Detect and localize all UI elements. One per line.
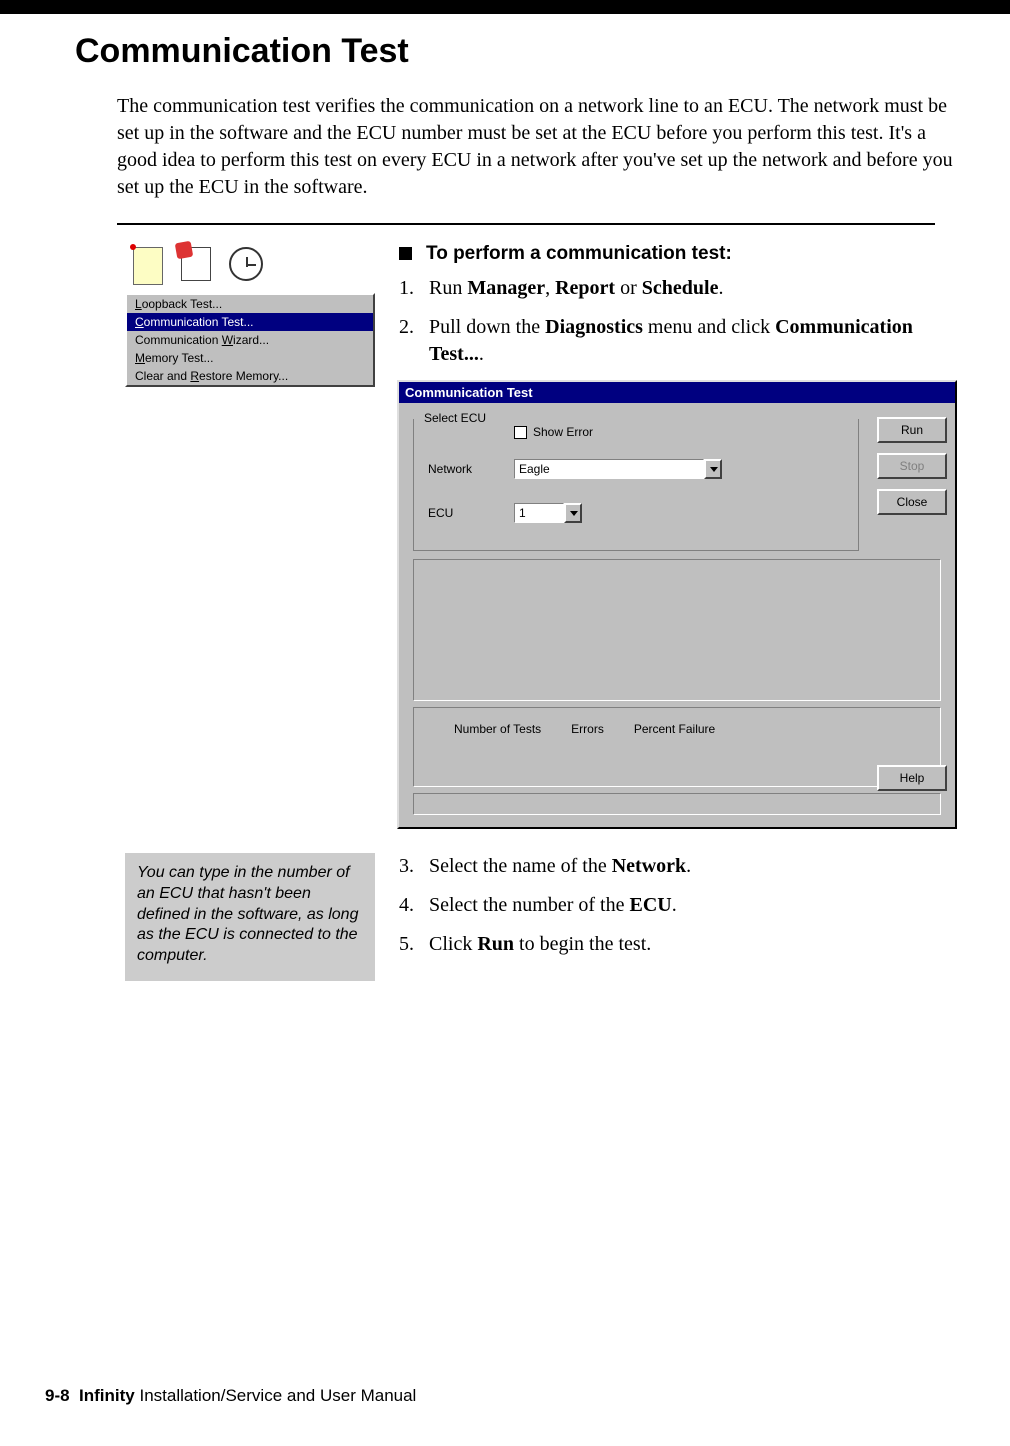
top-rule xyxy=(0,0,1010,14)
tip-callout: You can type in the number of an ECU tha… xyxy=(125,853,375,981)
run-button[interactable]: Run xyxy=(877,417,947,443)
output-area xyxy=(413,559,941,701)
communication-test-dialog: Communication Test Select ECU Show Error… xyxy=(397,380,957,829)
step-body: Select the name of the Network. xyxy=(429,853,957,880)
menu-item[interactable]: Loopback Test... xyxy=(127,295,373,313)
group-label: Select ECU xyxy=(420,411,490,425)
ecu-label: ECU xyxy=(428,506,498,520)
step-number: 5. xyxy=(399,931,429,958)
intro-paragraph: The communication test verifies the comm… xyxy=(117,93,955,201)
menu-item[interactable]: Communication Test... xyxy=(127,313,373,331)
note-icon xyxy=(133,247,163,285)
step-body: Select the number of the ECU. xyxy=(429,892,957,919)
dialog-titlebar[interactable]: Communication Test xyxy=(399,382,955,403)
clock-icon xyxy=(229,247,263,281)
ecu-input[interactable] xyxy=(514,503,564,523)
pfail-label: Percent Failure xyxy=(634,722,715,736)
page-number: 9-8 xyxy=(45,1386,70,1405)
close-button[interactable]: Close xyxy=(877,489,947,515)
menu-item[interactable]: Memory Test... xyxy=(127,349,373,367)
book-title: Infinity xyxy=(79,1386,135,1405)
step-4: 4. Select the number of the ECU. xyxy=(399,892,957,919)
help-button[interactable]: Help xyxy=(877,765,947,791)
menu-item[interactable]: Clear and Restore Memory... xyxy=(127,367,373,385)
page-footer: 9-8 Infinity Installation/Service and Us… xyxy=(45,1386,416,1406)
menu-item[interactable]: Communication Wizard... xyxy=(127,331,373,349)
step-body: Pull down the Diagnostics menu and click… xyxy=(429,314,957,368)
show-error-label: Show Error xyxy=(533,425,593,439)
step-2: 2. Pull down the Diagnostics menu and cl… xyxy=(399,314,957,368)
task-heading-text: To perform a communication test: xyxy=(426,243,732,264)
task-heading: To perform a communication test: xyxy=(399,243,957,265)
network-label: Network xyxy=(428,462,498,476)
footer-rest: Installation/Service and User Manual xyxy=(135,1386,417,1405)
step-5: 5. Click Run to begin the test. xyxy=(399,931,957,958)
results-box: Number of Tests Errors Percent Failure xyxy=(413,707,941,787)
step-number: 2. xyxy=(399,314,429,368)
step-1: 1. Run Manager, Report or Schedule. xyxy=(399,275,957,302)
divider xyxy=(117,223,935,225)
select-ecu-group: Select ECU Show Error Network xyxy=(413,419,859,551)
step-number: 1. xyxy=(399,275,429,302)
tests-label: Number of Tests xyxy=(454,722,541,736)
chevron-down-icon[interactable] xyxy=(564,503,582,523)
stop-button[interactable]: Stop xyxy=(877,453,947,479)
network-input[interactable] xyxy=(514,459,704,479)
step-number: 3. xyxy=(399,853,429,880)
diagnostics-menu: Loopback Test...Communication Test...Com… xyxy=(125,293,375,387)
page-title: Communication Test xyxy=(75,32,965,71)
show-error-checkbox[interactable] xyxy=(514,426,527,439)
network-combo[interactable] xyxy=(514,459,722,479)
document-icon xyxy=(181,247,211,281)
square-bullet-icon xyxy=(399,247,412,260)
step-body: Click Run to begin the test. xyxy=(429,931,957,958)
ecu-combo[interactable] xyxy=(514,503,582,523)
status-bar xyxy=(413,793,941,815)
icon-row xyxy=(125,243,375,293)
step-number: 4. xyxy=(399,892,429,919)
errors-label: Errors xyxy=(571,722,604,736)
step-3: 3. Select the name of the Network. xyxy=(399,853,957,880)
step-body: Run Manager, Report or Schedule. xyxy=(429,275,957,302)
chevron-down-icon[interactable] xyxy=(704,459,722,479)
